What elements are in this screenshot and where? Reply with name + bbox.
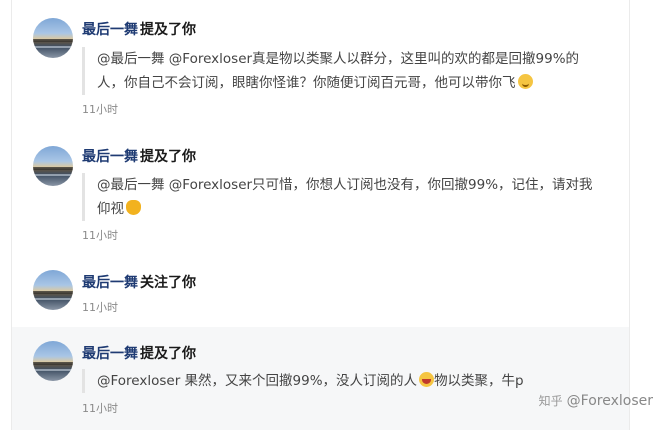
timestamp: 11小时 bbox=[82, 229, 118, 242]
avatar[interactable] bbox=[33, 270, 73, 310]
user-name-link[interactable]: 最后一舞 bbox=[82, 346, 138, 362]
watermark: 知乎 @Forexloser bbox=[539, 392, 653, 409]
notification-item[interactable]: 最后一舞 提及了你 @最后一舞 @Forexloser只可惜，你想人订阅也没有，你… bbox=[12, 130, 629, 258]
notification-header: 最后一舞 提及了你 bbox=[82, 343, 196, 363]
notification-item[interactable]: 最后一舞 关注了你 11小时 bbox=[12, 257, 629, 328]
notification-header: 最后一舞 提及了你 bbox=[82, 19, 196, 39]
notification-feed: 最后一舞 提及了你 @最后一舞 @Forexloser真是物以类聚人以群分，这里叫… bbox=[11, 0, 630, 430]
notification-header: 最后一舞 关注了你 bbox=[82, 272, 196, 292]
action-text: 关注了你 bbox=[140, 275, 196, 291]
action-text: 提及了你 bbox=[140, 346, 196, 362]
laughing-face-icon bbox=[419, 372, 435, 387]
notification-header: 最后一舞 提及了你 bbox=[82, 146, 196, 166]
user-name-link[interactable]: 最后一舞 bbox=[82, 275, 138, 291]
timestamp: 11小时 bbox=[82, 402, 118, 415]
quoted-comment[interactable]: @最后一舞 @Forexloser真是物以类聚人以群分，这里叫的欢的都是回撤99… bbox=[82, 47, 602, 95]
quoted-comment[interactable]: @Forexloser 果然，又来个回撤99%，没人订阅的人 物以类聚，牛p bbox=[82, 369, 602, 393]
notification-item[interactable]: 最后一舞 提及了你 @最后一舞 @Forexloser真是物以类聚人以群分，这里叫… bbox=[12, 0, 629, 131]
clapping-hands-icon bbox=[126, 200, 141, 215]
user-name-link[interactable]: 最后一舞 bbox=[82, 22, 138, 38]
comment-text: @Forexloser 果然，又来个回撤99%，没人订阅的人 bbox=[97, 373, 418, 389]
user-name-link[interactable]: 最后一舞 bbox=[82, 149, 138, 165]
comment-text: @最后一舞 @Forexloser只可惜，你想人订阅也没有，你回撤99%，记住，… bbox=[97, 177, 593, 217]
timestamp: 11小时 bbox=[82, 301, 118, 314]
quoted-comment[interactable]: @最后一舞 @Forexloser只可惜，你想人订阅也没有，你回撤99%，记住，… bbox=[82, 173, 602, 221]
action-text: 提及了你 bbox=[140, 149, 196, 165]
avatar[interactable] bbox=[33, 341, 73, 381]
notification-item[interactable]: 最后一舞 提及了你 @Forexloser 果然，又来个回撤99%，没人订阅的人物… bbox=[12, 327, 629, 430]
timestamp: 11小时 bbox=[82, 103, 118, 116]
zhihu-logo: 知乎 bbox=[538, 394, 563, 408]
slightly-smiling-face-icon bbox=[517, 74, 533, 89]
comment-text: @最后一舞 @Forexloser真是物以类聚人以群分，这里叫的欢的都是回撤99… bbox=[97, 51, 580, 91]
comment-text-tail: 物以类聚，牛p bbox=[434, 373, 524, 389]
watermark-text: @Forexloser bbox=[566, 393, 653, 409]
avatar[interactable] bbox=[33, 18, 73, 58]
action-text: 提及了你 bbox=[140, 22, 196, 38]
avatar[interactable] bbox=[33, 146, 73, 186]
